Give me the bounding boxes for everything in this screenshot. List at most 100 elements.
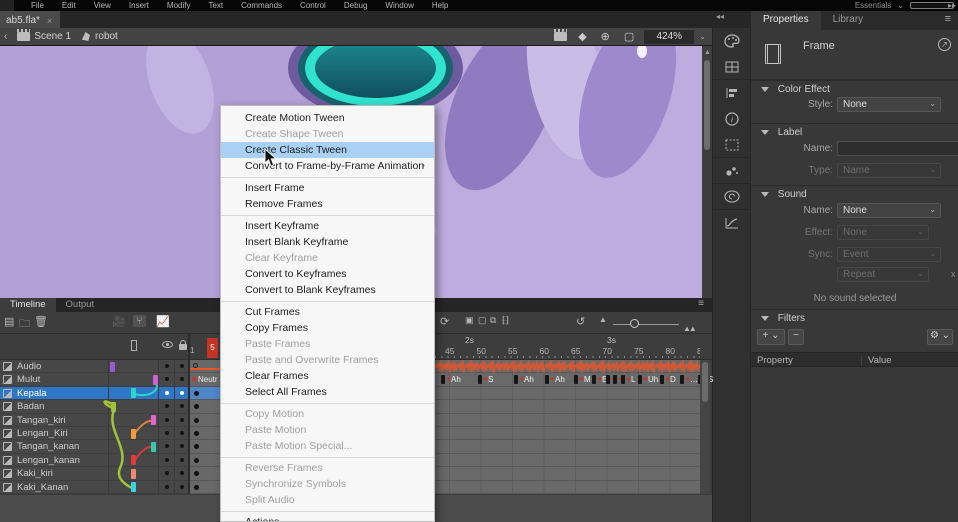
layer-row-lengan_kanan[interactable]: Lengan_kanan (0, 454, 190, 467)
section-sound[interactable]: Sound (751, 185, 958, 201)
playhead[interactable]: 5 (207, 338, 218, 358)
menu-item-create-motion-tween[interactable]: Create Motion Tween (221, 110, 434, 126)
edit-scene-icon[interactable] (554, 32, 567, 41)
close-tab-icon[interactable]: × (47, 16, 52, 26)
collapse-panels-icon[interactable]: ◂◂ (716, 12, 724, 21)
tab-output[interactable]: Output (56, 298, 105, 312)
parenting-swatch[interactable] (131, 388, 136, 398)
frames-row-lengan_kiri[interactable] (435, 427, 700, 440)
parenting-swatch[interactable] (153, 375, 158, 385)
timeline-panel-menu-icon[interactable]: ≡ (690, 298, 712, 312)
frames-row-kepala[interactable] (435, 387, 700, 400)
visibility-dot[interactable] (165, 431, 169, 435)
timeline-zoom-slider[interactable] (613, 324, 679, 325)
align-panel-icon[interactable] (713, 80, 751, 106)
timeline-zoom-knob[interactable] (630, 319, 639, 328)
frames-row-tangan_kanan[interactable] (435, 440, 700, 453)
keyframe[interactable]: Ah (514, 375, 518, 384)
visibility-column-eye-icon[interactable] (162, 341, 173, 348)
camera-icon[interactable]: 🎥 (112, 315, 126, 328)
menu-edit[interactable]: Edit (53, 1, 85, 10)
label-name-input[interactable] (837, 141, 958, 156)
modify-markers-icon[interactable]: ⁅⁆ (502, 315, 509, 326)
onion-skin-outline-icon[interactable]: ▢ (478, 315, 487, 326)
frames-start-lengan_kiri[interactable] (190, 427, 220, 440)
keyframe[interactable]: Ah (441, 375, 445, 384)
edit-symbols-icon[interactable]: ◆ (578, 30, 586, 43)
lock-dot[interactable] (180, 404, 184, 408)
keyframe[interactable]: M (574, 375, 578, 384)
menu-item-select-all-frames[interactable]: Select All Frames (221, 384, 434, 400)
brush-library-icon[interactable] (713, 158, 751, 184)
new-layer-icon[interactable]: ▤ (4, 315, 14, 328)
frames-start-tangan_kiri[interactable] (190, 414, 220, 427)
info-panel-icon[interactable]: i (713, 106, 751, 132)
frames-row-kaki_kiri[interactable] (435, 467, 700, 480)
filter-options-gear-button[interactable]: ⚙ ⌄ (927, 329, 953, 345)
add-filter-button[interactable]: + ⌄ (757, 329, 785, 345)
parenting-swatch[interactable] (111, 402, 116, 412)
section-label[interactable]: Label (751, 123, 958, 139)
menu-item-convert-to-blank-keyframes[interactable]: Convert to Blank Keyframes (221, 282, 434, 298)
layer-row-audio[interactable]: Audio (0, 360, 190, 373)
layer-frames-divider[interactable] (188, 334, 190, 494)
lock-dot[interactable] (180, 485, 184, 489)
keyframe[interactable]: … (680, 375, 684, 384)
layer-row-badan[interactable]: Badan (0, 400, 190, 413)
frames-row-kaki_kanan[interactable] (435, 481, 700, 494)
menu-item-insert-frame[interactable]: Insert Frame (221, 180, 434, 196)
back-arrow-icon[interactable]: ‹ (4, 31, 7, 42)
keyframe[interactable]: S (478, 375, 482, 384)
tab-library[interactable]: Library (821, 11, 876, 30)
style-dropdown[interactable]: None ⌄ (837, 97, 941, 112)
layer-row-tangan_kiri[interactable]: Tangan_kiri (0, 414, 190, 427)
stage-vertical-scrollbar[interactable]: ▲ (702, 46, 712, 298)
lock-dot[interactable] (180, 444, 184, 448)
lock-dot[interactable] (180, 418, 184, 422)
menu-text[interactable]: Text (199, 1, 232, 10)
frames-row-tangan_kiri[interactable] (435, 414, 700, 427)
zoom-level-input[interactable]: 424% (644, 30, 694, 44)
new-folder-icon[interactable]: 🗀 (19, 315, 30, 334)
frames-row-mulut[interactable]: AhSAhAhMELUhD…S (435, 373, 700, 386)
keyframe[interactable]: Ah (545, 375, 549, 384)
panel-menu-icon[interactable]: ≡ (937, 11, 958, 30)
workspace-switcher[interactable]: Essentials (855, 1, 891, 10)
edit-multiple-frames-icon[interactable]: ⧉ (490, 315, 496, 326)
frame-ruler[interactable]: 2s3s 455055606570758085 (435, 334, 700, 360)
layer-row-kepala[interactable]: Kepala (0, 387, 190, 400)
loop-icon[interactable]: ⟳ (440, 315, 449, 328)
frames-row-badan[interactable] (435, 400, 700, 413)
sound-name-dropdown[interactable]: None ⌄ (837, 203, 941, 218)
lock-dot[interactable] (180, 377, 184, 381)
parenting-swatch[interactable] (151, 415, 156, 425)
motion-editor-icon[interactable] (713, 210, 751, 236)
tab-properties[interactable]: Properties (751, 11, 821, 30)
menu-item-clear-frames[interactable]: Clear Frames (221, 368, 434, 384)
layer-row-lengan_kiri[interactable]: Lengan_Kiri (0, 427, 190, 440)
remove-filter-button[interactable]: − (788, 329, 804, 345)
visibility-dot[interactable] (165, 485, 169, 489)
zoom-chevron-icon[interactable]: ⌄ (699, 32, 706, 41)
lock-column-icon[interactable] (179, 344, 187, 350)
visibility-dot[interactable] (165, 471, 169, 475)
parenting-swatch[interactable] (151, 442, 156, 452)
scrollbar-thumb[interactable] (702, 362, 708, 402)
visibility-dot[interactable] (165, 377, 169, 381)
frames-leading-columns[interactable]: Neutr (190, 360, 220, 494)
expand-panel-icon[interactable]: ▸▸ (948, 1, 956, 10)
menu-commands[interactable]: Commands (232, 1, 291, 10)
zoom-out-frames-icon[interactable]: ▲ (599, 315, 607, 324)
menu-debug[interactable]: Debug (335, 1, 377, 10)
breadcrumb-symbol[interactable]: robot (95, 31, 118, 42)
reset-timeline-zoom-icon[interactable]: ↺ (576, 315, 585, 328)
keyframe[interactable]: E (592, 375, 596, 384)
keyframe[interactable]: L (621, 375, 625, 384)
menu-view[interactable]: View (85, 1, 120, 10)
lock-dot[interactable] (180, 364, 184, 368)
document-tab[interactable]: ab5.fla* × (0, 11, 60, 28)
help-shortcut-icon[interactable]: ↗ (938, 38, 951, 51)
lock-dot[interactable] (180, 458, 184, 462)
parenting-swatch[interactable] (131, 429, 136, 439)
visibility-dot[interactable] (165, 364, 169, 368)
